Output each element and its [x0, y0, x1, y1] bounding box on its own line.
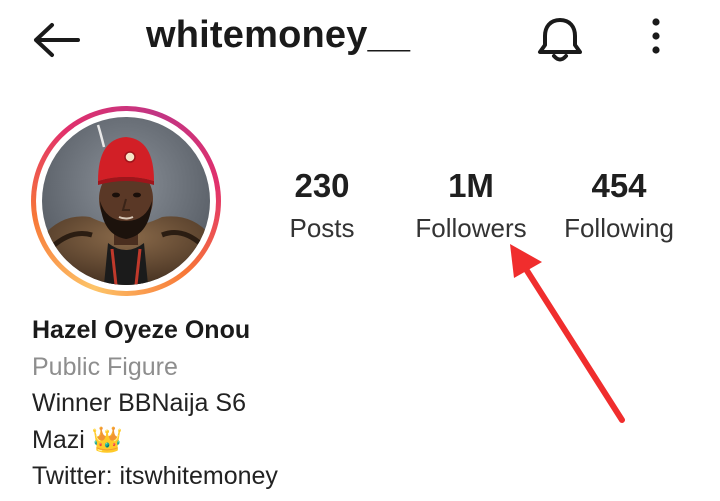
following-label: Following	[564, 213, 674, 243]
avatar-story-ring[interactable]	[31, 106, 221, 296]
bio-line-1: Winner BBNaija S6	[32, 389, 246, 417]
bell-icon[interactable]	[534, 14, 586, 64]
more-options-icon[interactable]	[644, 16, 668, 60]
back-arrow-icon[interactable]	[32, 22, 80, 58]
posts-label: Posts	[289, 213, 355, 243]
followers-stat[interactable]: 1M Followers	[406, 166, 536, 246]
profile-username: whitemoney__	[146, 14, 411, 56]
bio-line-2: Mazi 👑	[32, 425, 123, 454]
posts-stat[interactable]: 230 Posts	[276, 166, 368, 246]
profile-full-name: Hazel Oyeze Onou	[32, 316, 251, 344]
profile-photo	[42, 117, 210, 285]
bio-line-3: Twitter: itswhitemoney	[32, 462, 278, 490]
annotation-arrow-icon	[510, 244, 625, 423]
following-stat[interactable]: 454 Following	[556, 166, 682, 246]
posts-count: 230	[294, 167, 350, 204]
profile-page: whitemoney__ 230 Posts 1M Followers 454 …	[0, 0, 720, 501]
profile-category: Public Figure	[32, 352, 178, 381]
followers-count: 1M	[448, 167, 494, 204]
following-count: 454	[591, 167, 647, 204]
profile-bio: Hazel Oyeze Onou Public Figure Winner BB…	[32, 312, 278, 495]
followers-label: Followers	[415, 213, 527, 243]
avatar	[42, 117, 210, 285]
